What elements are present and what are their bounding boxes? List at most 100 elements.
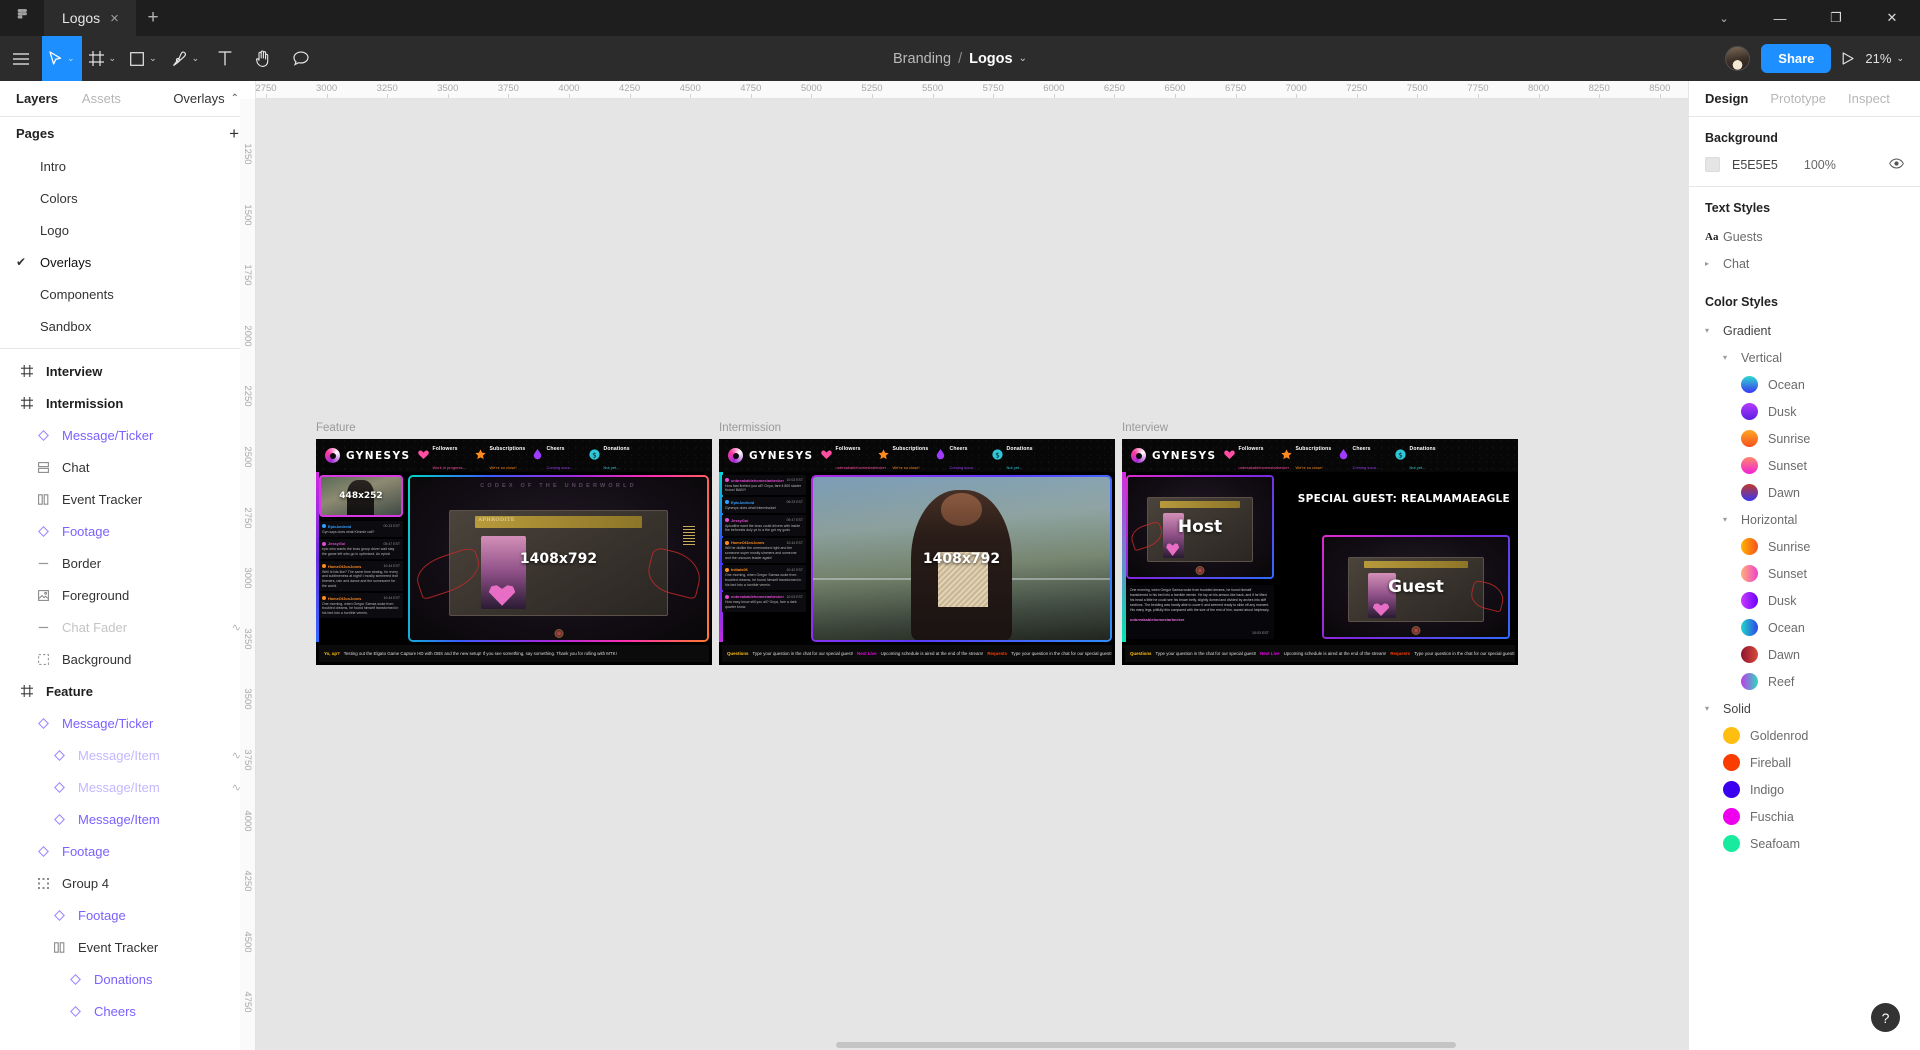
eye-icon[interactable]: [1889, 157, 1904, 172]
page-item-sandbox[interactable]: Sandbox: [0, 310, 255, 342]
chevron-down-icon[interactable]: ⌄: [1696, 0, 1752, 36]
color-swatch[interactable]: [1723, 808, 1740, 825]
help-button[interactable]: ?: [1871, 1003, 1900, 1032]
layer-row[interactable]: Footage: [0, 515, 255, 547]
text-tool[interactable]: [206, 36, 244, 81]
frame-interview[interactable]: Interview GYNESYS Followers unbreakableho…: [1122, 422, 1518, 665]
maximize-icon[interactable]: ❐: [1808, 0, 1864, 36]
color-swatch[interactable]: [1741, 592, 1758, 609]
tab-prototype[interactable]: Prototype: [1770, 91, 1826, 106]
frame-intermission[interactable]: Intermission GYNESYS Followers unbreakabl…: [719, 422, 1115, 665]
shape-tool[interactable]: ⌄: [123, 36, 164, 81]
color-style-dusk[interactable]: Dusk: [1689, 398, 1920, 425]
color-style-dusk[interactable]: Dusk: [1689, 587, 1920, 614]
layer-row[interactable]: Cheers: [0, 995, 255, 1027]
menu-icon[interactable]: [0, 36, 42, 81]
layer-row[interactable]: Intermission: [0, 387, 255, 419]
avatar[interactable]: [1725, 46, 1751, 71]
color-swatch[interactable]: [1741, 673, 1758, 690]
footage-main[interactable]: CODEX OF THE UNDERWORLD APHRODITE 1408x7…: [408, 475, 709, 642]
color-swatch[interactable]: [1741, 430, 1758, 447]
color-style-dawn[interactable]: Dawn: [1689, 641, 1920, 668]
guest-footage[interactable]: Guest: [1322, 535, 1510, 639]
tab-assets[interactable]: Assets: [82, 91, 121, 106]
color-swatch[interactable]: [1741, 403, 1758, 420]
color-swatch[interactable]: [1741, 619, 1758, 636]
color-style-dawn[interactable]: Dawn: [1689, 479, 1920, 506]
layer-row[interactable]: Event Tracker: [0, 483, 255, 515]
caret-right-icon[interactable]: ▸: [1705, 259, 1723, 268]
caret-down-icon[interactable]: ▾: [1705, 326, 1723, 335]
page-item-overlays[interactable]: ✔ Overlays: [0, 246, 255, 278]
comment-tool[interactable]: [282, 36, 320, 81]
color-style-goldenrod[interactable]: Goldenrod: [1689, 722, 1920, 749]
frame-feature[interactable]: Feature GYNESYS Followers Work in progres…: [316, 422, 712, 665]
page-selector[interactable]: Overlays ⌃: [173, 91, 239, 106]
color-style-sunrise[interactable]: Sunrise: [1689, 533, 1920, 560]
figma-logo-icon[interactable]: [0, 0, 44, 36]
layer-row[interactable]: Feature: [0, 675, 255, 707]
present-play-icon[interactable]: [1842, 52, 1855, 65]
color-swatch[interactable]: [1741, 457, 1758, 474]
layer-row[interactable]: Footage: [0, 899, 255, 931]
frame-label[interactable]: Feature: [316, 422, 356, 434]
layer-row[interactable]: Donations: [0, 963, 255, 995]
color-swatch[interactable]: [1723, 835, 1740, 852]
color-style-sunset[interactable]: Sunset: [1689, 560, 1920, 587]
color-swatch[interactable]: [1723, 781, 1740, 798]
minimize-icon[interactable]: —: [1752, 0, 1808, 36]
layer-row[interactable]: Interview: [0, 355, 255, 387]
pen-tool[interactable]: ⌄: [164, 36, 207, 81]
color-swatch[interactable]: [1741, 646, 1758, 663]
move-tool[interactable]: ⌄: [42, 36, 82, 81]
host-footage[interactable]: Host: [1126, 475, 1274, 579]
tab-inspect[interactable]: Inspect: [1848, 91, 1890, 106]
layer-row[interactable]: Group 4: [0, 867, 255, 899]
overlay-artboard[interactable]: GYNESYS Followers unbreakablehomestarbeck…: [719, 439, 1115, 665]
layer-row[interactable]: Message/Ticker: [0, 419, 255, 451]
layer-row[interactable]: Chat: [0, 451, 255, 483]
color-swatch[interactable]: [1741, 565, 1758, 582]
page-item-logo[interactable]: Logo: [0, 214, 255, 246]
text-style-chat[interactable]: ▸ Chat: [1689, 250, 1920, 277]
page-item-components[interactable]: Components: [0, 278, 255, 310]
document-tab[interactable]: Logos ×: [44, 0, 136, 36]
color-style-fireball[interactable]: Fireball: [1689, 749, 1920, 776]
layer-row[interactable]: Foreground: [0, 579, 255, 611]
color-subgroup-horizontal[interactable]: ▾ Horizontal: [1689, 506, 1920, 533]
color-subgroup-vertical[interactable]: ▾ Vertical: [1689, 344, 1920, 371]
color-style-sunrise[interactable]: Sunrise: [1689, 425, 1920, 452]
layer-row[interactable]: Chat Fader ∿: [0, 611, 255, 643]
new-tab-button[interactable]: +: [136, 0, 170, 36]
color-style-indigo[interactable]: Indigo: [1689, 776, 1920, 803]
color-style-fuschia[interactable]: Fuschia: [1689, 803, 1920, 830]
color-swatch[interactable]: [1741, 484, 1758, 501]
color-style-sunset[interactable]: Sunset: [1689, 452, 1920, 479]
color-group-solid[interactable]: ▾ Solid: [1689, 695, 1920, 722]
background-swatch[interactable]: [1705, 157, 1720, 172]
color-swatch[interactable]: [1723, 727, 1740, 744]
layer-row[interactable]: Message/Item ∿: [0, 771, 255, 803]
overlay-artboard[interactable]: GYNESYS Followers Work in progress... Subs…: [316, 439, 712, 665]
canvas-scrollbar-horizontal[interactable]: [256, 1042, 1920, 1048]
overlay-artboard[interactable]: GYNESYS Followers unbreakablehomestarbeck…: [1122, 439, 1518, 665]
layer-row[interactable]: Message/Item ∿: [0, 739, 255, 771]
color-swatch[interactable]: [1723, 754, 1740, 771]
caret-down-icon[interactable]: ▾: [1705, 704, 1723, 713]
chevron-down-icon[interactable]: ⌄: [109, 53, 117, 64]
color-swatch[interactable]: [1741, 538, 1758, 555]
caret-down-icon[interactable]: ▾: [1723, 515, 1741, 524]
layer-row[interactable]: Message/Ticker: [0, 707, 255, 739]
design-canvas[interactable]: Feature GYNESYS Followers Work in progres…: [256, 99, 1920, 1050]
color-group-gradient[interactable]: ▾ Gradient: [1689, 317, 1920, 344]
color-style-seafoam[interactable]: Seafoam: [1689, 830, 1920, 857]
layer-row[interactable]: Background: [0, 643, 255, 675]
text-style-guests[interactable]: Aa Guests: [1689, 223, 1920, 250]
share-button[interactable]: Share: [1761, 44, 1832, 73]
background-opacity[interactable]: 100%: [1804, 158, 1836, 172]
footage-main[interactable]: 1408x792: [811, 475, 1112, 642]
zoom-control[interactable]: 21% ⌄: [1865, 51, 1904, 66]
color-style-reef[interactable]: Reef: [1689, 668, 1920, 695]
color-style-ocean[interactable]: Ocean: [1689, 614, 1920, 641]
hand-tool[interactable]: [244, 36, 282, 81]
